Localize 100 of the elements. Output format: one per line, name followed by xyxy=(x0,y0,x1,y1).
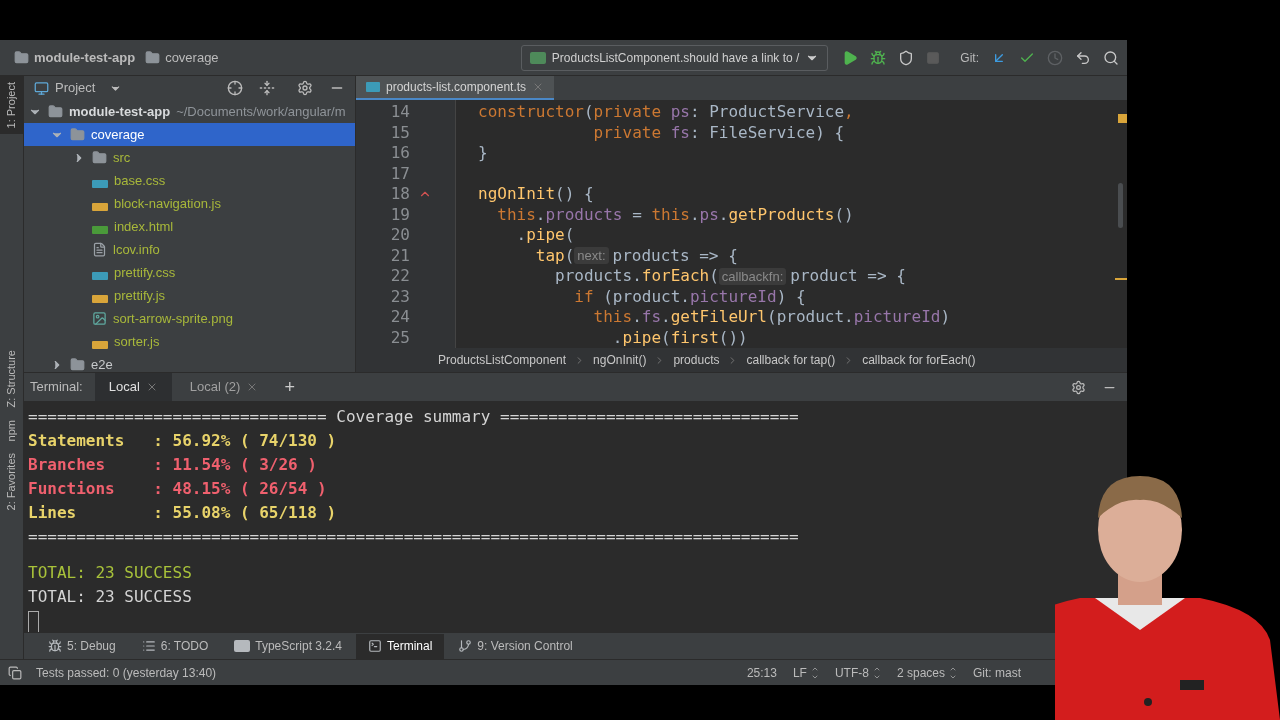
code-line: private fs: FileService) { xyxy=(592,122,846,143)
line-number: 24 xyxy=(389,307,411,328)
tool-window-tab[interactable]: 5: Debug xyxy=(36,633,128,659)
tree-item-label: module-test-app xyxy=(69,102,171,121)
folder-icon xyxy=(48,104,63,119)
side-tab[interactable]: Z: Structure xyxy=(0,344,23,414)
bug-icon[interactable] xyxy=(870,49,887,66)
tree-item[interactable]: base.css xyxy=(24,169,355,192)
line-number: 23 xyxy=(389,286,411,307)
tree-item-label: base.css xyxy=(114,171,166,190)
tree-item[interactable]: prettify.css xyxy=(24,261,355,284)
terminal-line: Functions : 48.15% ( 26/54 ) xyxy=(28,478,328,500)
bug-icon xyxy=(48,639,62,653)
collapse-icon[interactable] xyxy=(259,80,275,96)
side-tab[interactable]: npm xyxy=(0,413,23,448)
tree-item-label: e2e xyxy=(91,355,113,372)
panel-title[interactable]: Project xyxy=(55,78,96,98)
crosshair-icon[interactable] xyxy=(227,80,243,96)
folder-icon xyxy=(145,50,161,65)
terminal-icon xyxy=(368,639,382,653)
folder-icon xyxy=(14,50,29,65)
session-tab[interactable]: Local xyxy=(94,373,172,401)
line-number: 21 xyxy=(389,245,411,266)
settings-icon[interactable] xyxy=(1071,379,1086,395)
status-item[interactable]: 25:13 xyxy=(746,663,779,682)
terminal-line: TOTAL: 23 SUCCESS xyxy=(28,562,193,584)
code-line: this.fs.getFileUrl(product.pictureId) xyxy=(592,307,952,328)
breadcrumb-item[interactable]: callback for forEach() xyxy=(862,351,976,369)
code-line: this.products = this.ps.getProducts() xyxy=(496,204,855,225)
folder-icon xyxy=(92,150,107,165)
tree-item-label: lcov.info xyxy=(113,240,160,259)
code-line: constructor(private ps: ProductService, xyxy=(478,102,855,123)
side-tab[interactable]: 2: Favorites xyxy=(0,447,23,517)
code-line: .pipe(first()) xyxy=(611,327,749,348)
tree-item[interactable]: lcov.info xyxy=(24,238,355,261)
tree-item-label: sorter.js xyxy=(114,332,160,351)
tree-item-label: sort-arrow-sprite.png xyxy=(113,309,233,328)
tree-item[interactable]: src xyxy=(24,146,355,169)
settings-icon[interactable] xyxy=(297,80,313,96)
terminal-line: Branches : 11.54% ( 3/26 ) xyxy=(28,454,318,476)
add-tab-button[interactable]: + xyxy=(276,373,303,401)
terminal-line: TOTAL: 23 SUCCESS xyxy=(28,586,193,608)
run-icon[interactable] xyxy=(842,49,859,66)
tree-item-path: ~/Documents/work/angular/m xyxy=(176,102,346,121)
tool-window-tab[interactable]: 9: Version Control xyxy=(446,633,585,659)
tree-item[interactable]: e2e xyxy=(24,353,355,372)
tree-item[interactable]: sort-arrow-sprite.png xyxy=(24,307,355,330)
terminal-label: Terminal: xyxy=(30,378,83,397)
tree-item-label: prettify.css xyxy=(114,263,176,282)
tree-item[interactable]: prettify.js xyxy=(24,284,355,307)
terminal-line: ================================================================================ xyxy=(28,526,800,548)
status-item[interactable]: UTF-8 xyxy=(834,663,883,682)
text-file-icon xyxy=(92,242,107,257)
line-number: 17 xyxy=(389,163,411,184)
terminal-line: =============================== Coverage summary =============================== xyxy=(28,406,800,428)
tree-item-label: src xyxy=(113,148,131,167)
tool-window-tab[interactable]: TypeScript 3.2.4 xyxy=(222,633,354,659)
tree-item[interactable]: module-test-app ~/Documents/work/angular/m xyxy=(24,100,355,123)
tree-item[interactable]: coverage xyxy=(24,123,355,146)
line-number: 18 xyxy=(389,184,411,205)
line-number: 22 xyxy=(389,266,411,287)
list-icon xyxy=(141,639,156,653)
status-item[interactable]: LF xyxy=(792,663,821,682)
cursor xyxy=(28,611,39,633)
tool-window-tab[interactable]: Terminal xyxy=(356,633,445,659)
folder-icon xyxy=(70,357,85,372)
status-item[interactable]: Git: mast xyxy=(973,663,1023,682)
breadcrumb-item[interactable]: ProductsListComponent xyxy=(438,351,567,369)
tree-item[interactable]: index.html xyxy=(24,215,355,238)
undo-icon[interactable] xyxy=(1075,49,1091,66)
scrollbar-thumb[interactable] xyxy=(1118,183,1123,228)
tree-item[interactable]: block-navigation.js xyxy=(24,192,355,215)
warning-marker[interactable] xyxy=(1115,278,1127,280)
session-tab[interactable]: Local (2) xyxy=(175,373,273,401)
folder-icon xyxy=(70,127,85,142)
breadcrumb-item[interactable]: coverage xyxy=(165,47,219,68)
breadcrumb-item[interactable]: products xyxy=(673,351,720,369)
breadcrumb-item[interactable]: ngOnInit() xyxy=(593,351,647,369)
status-message: Tests passed: 0 (yesterday 13:40) xyxy=(36,664,217,682)
code-line: } xyxy=(478,143,489,164)
run-config-dropdown[interactable]: ProductsListComponent.should have a link to / xyxy=(520,44,829,71)
code-line: ngOnInit() { xyxy=(478,184,595,205)
code-line: if (product.pictureId) { xyxy=(573,286,807,307)
tree-item[interactable]: sorter.js xyxy=(24,330,355,353)
warning-marker[interactable] xyxy=(1118,114,1127,123)
line-number: 15 xyxy=(389,122,411,143)
status-item[interactable]: 2 spaces xyxy=(896,663,959,682)
tree-item-label: prettify.js xyxy=(114,286,166,305)
image-file-icon xyxy=(92,311,107,326)
breadcrumb-item[interactable]: module-test-app xyxy=(34,47,136,68)
side-tab[interactable]: 1: Project xyxy=(0,76,23,135)
breadcrumb-item[interactable]: callback for tap() xyxy=(746,351,836,369)
panel-toggle-icon[interactable] xyxy=(8,665,22,680)
tool-window-tab[interactable]: 6: TODO xyxy=(129,633,221,659)
search-icon[interactable] xyxy=(1103,49,1119,66)
editor-tab[interactable]: products-list.component.ts xyxy=(356,76,555,100)
tree-item-label: index.html xyxy=(114,217,174,236)
line-number: 16 xyxy=(389,143,411,164)
line-number: 19 xyxy=(389,204,411,225)
monitor-icon xyxy=(34,80,49,96)
